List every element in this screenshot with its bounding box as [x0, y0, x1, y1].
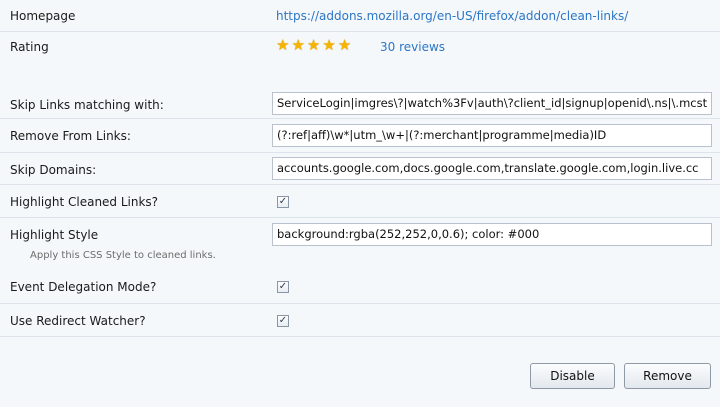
checkmark-icon: ✓: [278, 196, 288, 207]
skip-links-row: Skip Links matching with: ServiceLogin|i…: [0, 88, 720, 119]
checkmark-icon: ✓: [278, 281, 288, 292]
remove-from-links-label: Remove From Links:: [10, 129, 131, 143]
rating-label: Rating: [10, 40, 49, 54]
highlight-cleaned-checkbox[interactable]: ✓: [277, 196, 289, 208]
event-delegation-checkbox[interactable]: ✓: [277, 281, 289, 293]
homepage-row: Homepage https://addons.mozilla.org/en-U…: [0, 0, 720, 32]
remove-button-label: Remove: [643, 369, 692, 383]
star-icon: ★: [291, 36, 305, 54]
redirect-watcher-checkbox[interactable]: ✓: [277, 315, 289, 327]
skip-links-input[interactable]: ServiceLogin|imgres\?|watch%3Fv|auth\?cl…: [272, 92, 712, 115]
rating-row: Rating ★ ★ ★ ★ ★ 30 reviews: [0, 32, 720, 62]
skip-domains-input[interactable]: accounts.google.com,docs.google.com,tran…: [272, 157, 712, 180]
homepage-label: Homepage: [10, 9, 76, 23]
star-icon: ★: [337, 36, 352, 54]
rating-stars: ★ ★ ★ ★ ★: [276, 38, 351, 53]
remove-button[interactable]: Remove: [624, 363, 711, 389]
highlight-cleaned-label: Highlight Cleaned Links?: [10, 195, 159, 209]
skip-domains-row: Skip Domains: accounts.google.com,docs.g…: [0, 153, 720, 185]
homepage-link[interactable]: https://addons.mozilla.org/en-US/firefox…: [276, 9, 628, 23]
skip-domains-label: Skip Domains:: [10, 163, 97, 177]
disable-button[interactable]: Disable: [530, 363, 615, 389]
event-delegation-label: Event Delegation Mode?: [10, 280, 157, 294]
reviews-link[interactable]: 30 reviews: [380, 40, 445, 54]
skip-links-label: Skip Links matching with:: [10, 98, 164, 112]
star-icon: ★: [306, 36, 321, 54]
star-icon: ★: [276, 36, 290, 54]
highlight-style-description: Apply this CSS Style to cleaned links.: [30, 250, 216, 261]
event-delegation-row: Event Delegation Mode? ✓: [0, 268, 720, 304]
highlight-cleaned-row: Highlight Cleaned Links? ✓: [0, 185, 720, 218]
remove-from-links-input[interactable]: (?:ref|aff)\w*|utm_\w+|(?:merchant|progr…: [272, 124, 712, 147]
highlight-style-input[interactable]: background:rgba(252,252,0,0.6); color: #…: [272, 223, 712, 246]
disable-button-label: Disable: [550, 369, 595, 383]
star-icon: ★: [322, 36, 336, 54]
highlight-style-label: Highlight Style: [10, 228, 99, 242]
redirect-watcher-row: Use Redirect Watcher? ✓: [0, 304, 720, 337]
highlight-style-row: Highlight Style Apply this CSS Style to …: [0, 218, 720, 268]
checkmark-icon: ✓: [278, 315, 288, 326]
redirect-watcher-label: Use Redirect Watcher?: [10, 314, 146, 328]
remove-from-links-row: Remove From Links: (?:ref|aff)\w*|utm_\w…: [0, 119, 720, 153]
